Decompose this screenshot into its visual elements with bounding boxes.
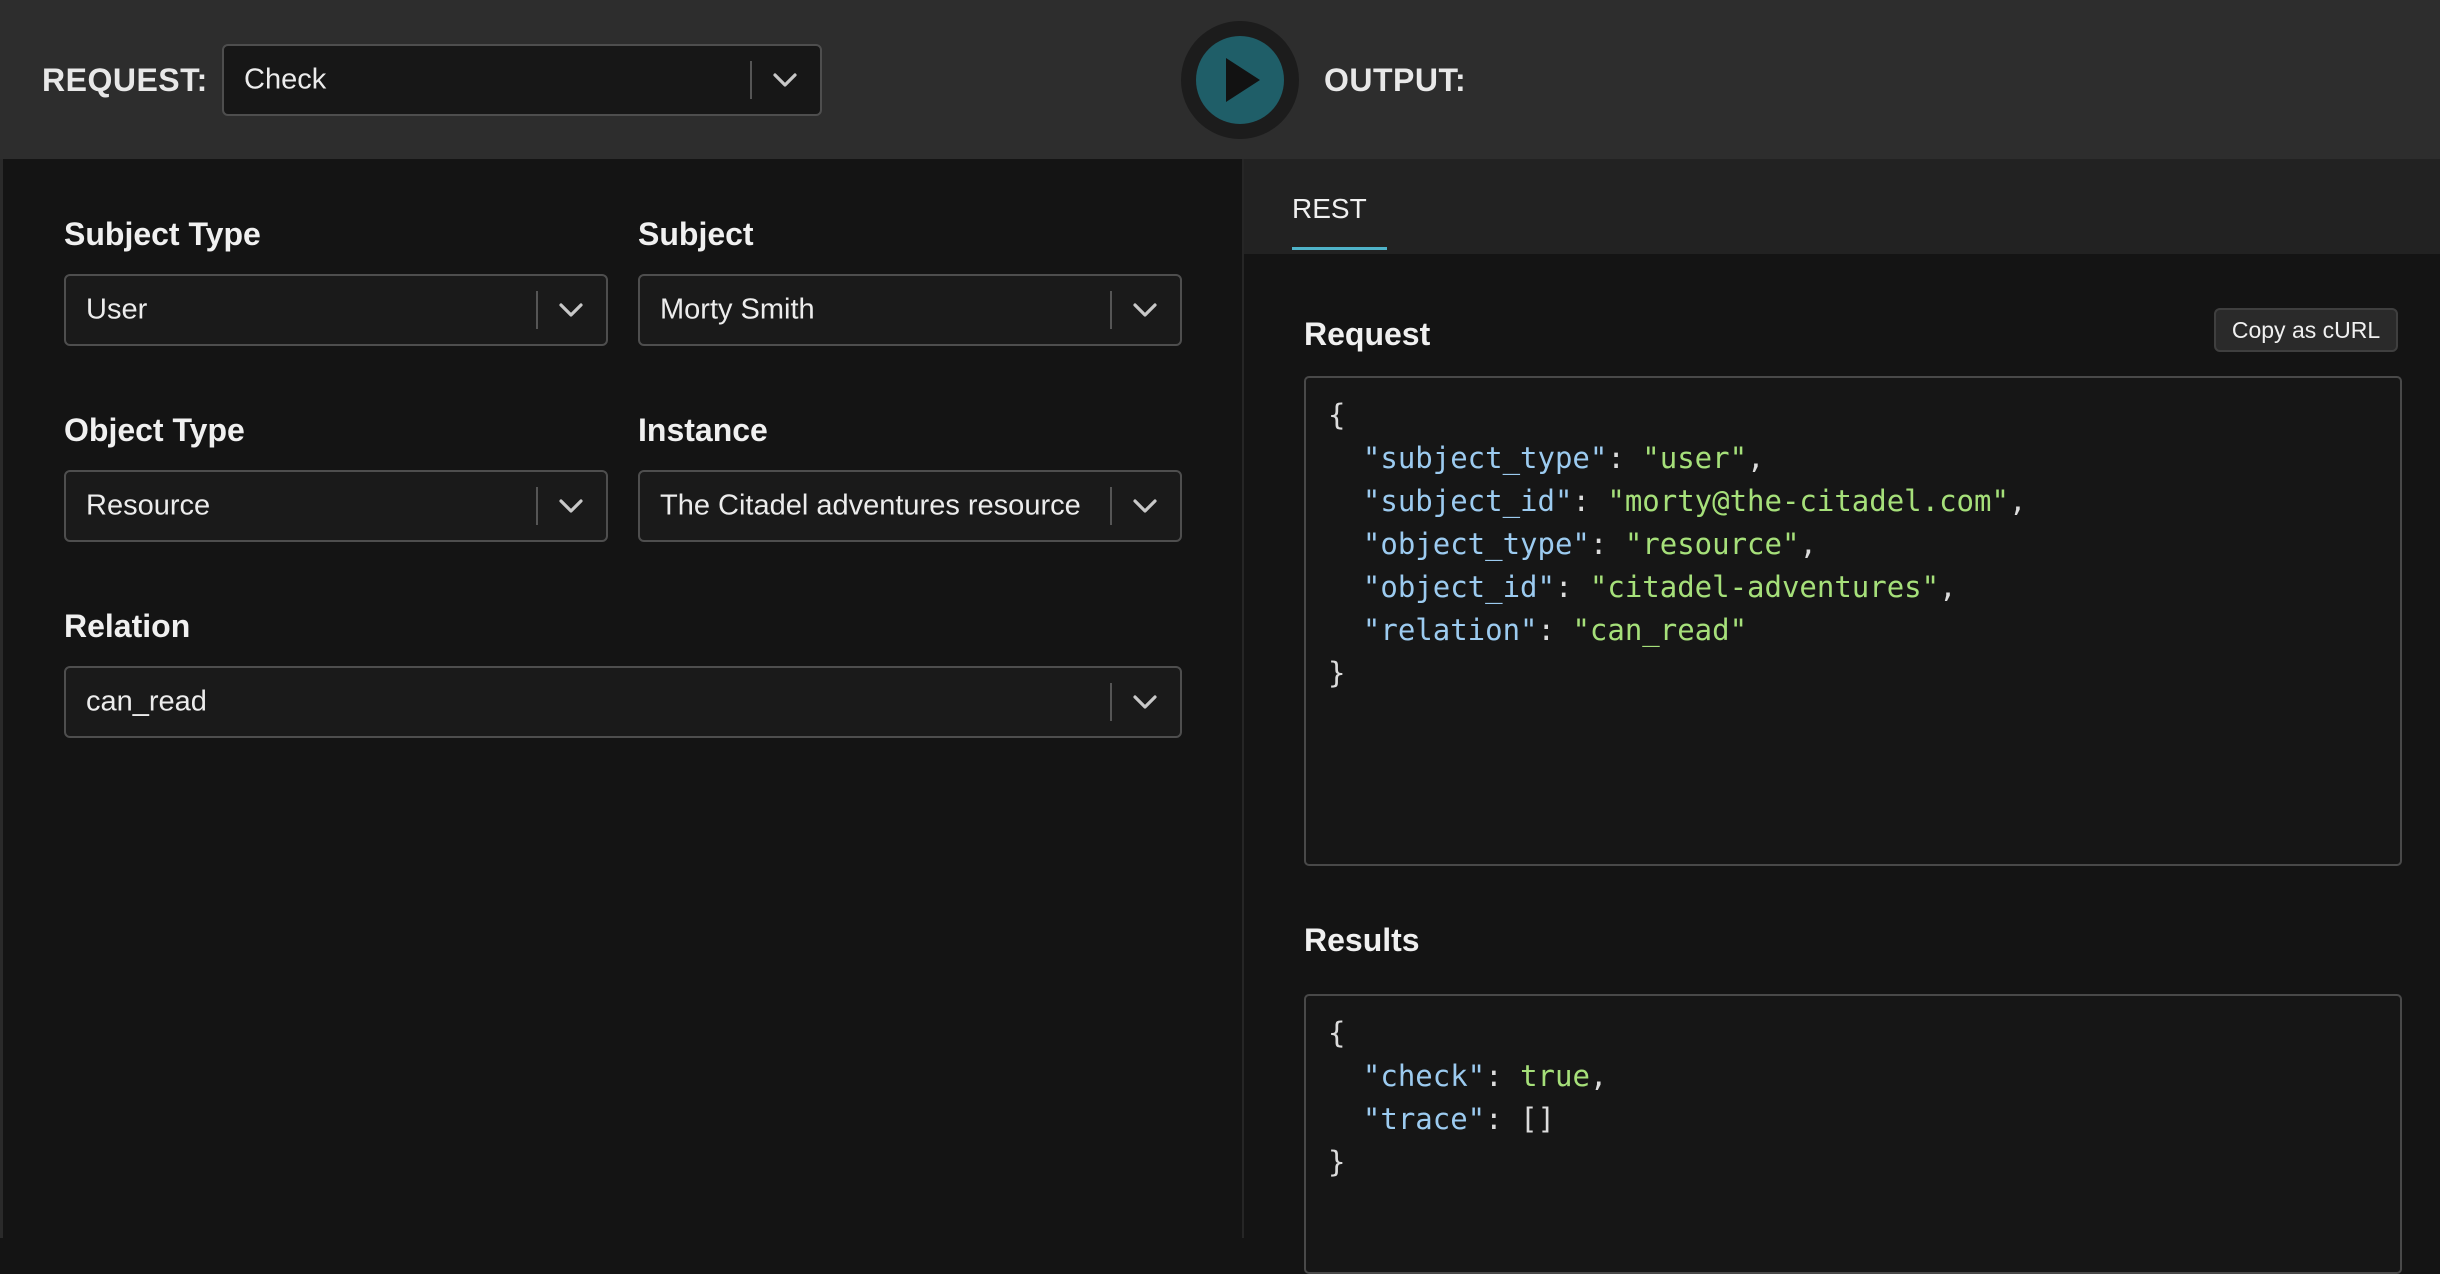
instance-label: Instance	[638, 412, 768, 448]
chevron-down-icon	[559, 499, 583, 513]
relation-value: can_read	[86, 685, 207, 718]
json-value: "can_read"	[1572, 613, 1748, 647]
select-separator	[1110, 290, 1112, 330]
json-close-brace: }	[1328, 1145, 1346, 1179]
json-key: "subject_type"	[1362, 441, 1608, 475]
run-button[interactable]	[1196, 36, 1284, 124]
select-separator	[750, 60, 752, 100]
play-icon	[1226, 58, 1260, 102]
json-open-brace: {	[1328, 1016, 1346, 1050]
active-tab-indicator	[1292, 247, 1387, 250]
subject-value: Morty Smith	[660, 293, 815, 326]
output-tab-bar	[1244, 159, 2440, 254]
object-type-value: Resource	[86, 489, 211, 522]
output-label: OUTPUT:	[1324, 62, 1467, 98]
json-value: true	[1520, 1059, 1590, 1093]
copy-as-curl-button[interactable]: Copy as cURL	[2214, 308, 2398, 352]
request-section-title: Request	[1304, 316, 1431, 352]
json-line: "check": true,	[1362, 1059, 1608, 1093]
json-key: "check"	[1362, 1059, 1486, 1093]
request-type-select[interactable]: Check	[222, 44, 822, 116]
left-edge	[0, 159, 3, 1238]
json-value: "user"	[1642, 441, 1748, 475]
json-value: []	[1520, 1102, 1555, 1136]
results-section-title: Results	[1304, 922, 1420, 958]
subject-label: Subject	[638, 216, 754, 252]
json-line: "object_type": "resource",	[1362, 527, 1817, 561]
json-value: "resource"	[1624, 527, 1800, 561]
request-type-value: Check	[244, 63, 327, 96]
json-open-brace: {	[1328, 398, 1346, 432]
instance-value: The Citadel adventures resource	[660, 489, 1081, 522]
chevron-down-icon	[1133, 303, 1157, 317]
json-key: "relation"	[1362, 613, 1538, 647]
json-key: "trace"	[1362, 1102, 1486, 1136]
subject-type-label: Subject Type	[64, 216, 261, 252]
subject-type-select[interactable]: User	[64, 274, 608, 346]
json-key: "object_type"	[1362, 527, 1590, 561]
relation-label: Relation	[64, 608, 191, 644]
json-key: "object_id"	[1362, 570, 1555, 604]
subject-select[interactable]: Morty Smith	[638, 274, 1182, 346]
request-label: REQUEST:	[42, 62, 208, 98]
request-json-viewer: { "subject_type": "user", "subject_id": …	[1304, 376, 2402, 866]
subject-type-value: User	[86, 293, 148, 326]
select-separator	[536, 290, 538, 330]
tab-rest[interactable]: REST	[1292, 193, 1367, 225]
json-close-brace: }	[1328, 656, 1346, 690]
json-value: "citadel-adventures"	[1589, 570, 1940, 604]
json-line: "relation": "can_read"	[1362, 613, 1748, 647]
results-json-viewer: { "check": true, "trace": [] }	[1304, 994, 2402, 1274]
object-type-label: Object Type	[64, 412, 245, 448]
chevron-down-icon	[1133, 695, 1157, 709]
chevron-down-icon	[1133, 499, 1157, 513]
json-value: "morty@the-citadel.com"	[1607, 484, 2009, 518]
json-line: "trace": []	[1362, 1102, 1555, 1136]
json-line: "subject_id": "morty@the-citadel.com",	[1362, 484, 2027, 518]
object-type-select[interactable]: Resource	[64, 470, 608, 542]
relation-select[interactable]: can_read	[64, 666, 1182, 738]
select-separator	[536, 486, 538, 526]
json-line: "object_id": "citadel-adventures",	[1362, 570, 1957, 604]
top-bar: REQUEST: Check OUTPUT:	[0, 0, 2440, 159]
json-key: "subject_id"	[1362, 484, 1573, 518]
instance-select[interactable]: The Citadel adventures resource	[638, 470, 1182, 542]
select-separator	[1110, 682, 1112, 722]
chevron-down-icon	[559, 303, 583, 317]
json-line: "subject_type": "user",	[1362, 441, 1765, 475]
select-separator	[1110, 486, 1112, 526]
chevron-down-icon	[773, 73, 797, 87]
